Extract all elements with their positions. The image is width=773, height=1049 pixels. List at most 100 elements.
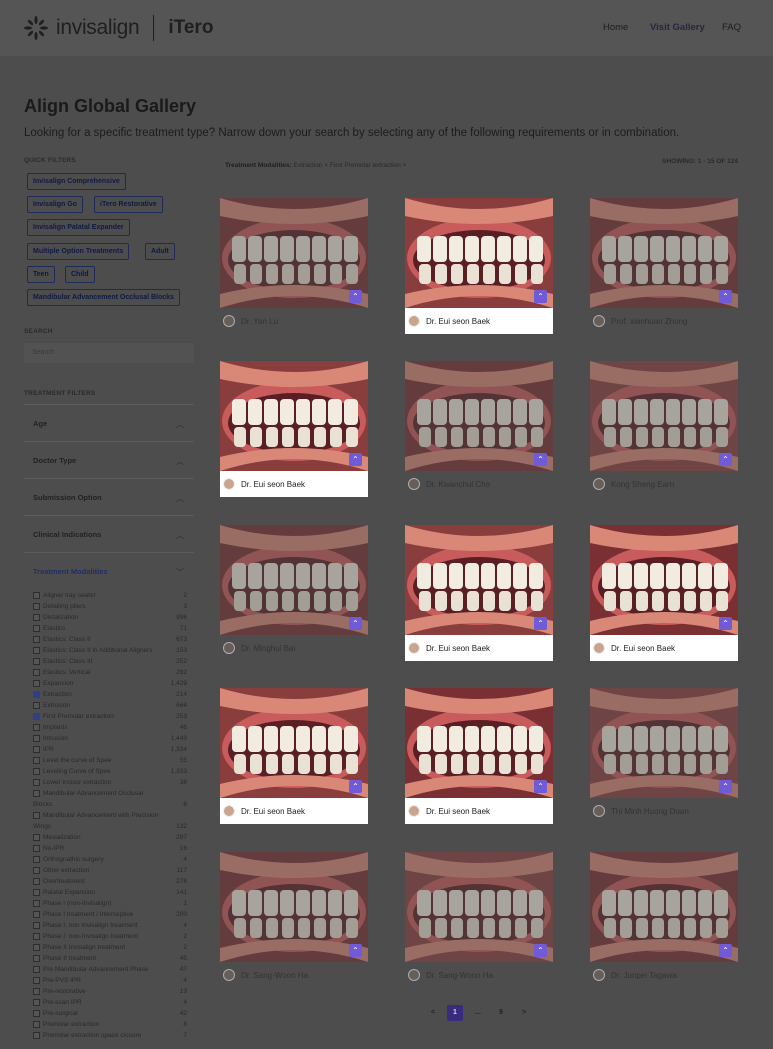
modality-checkbox[interactable] bbox=[33, 966, 40, 973]
case-photo[interactable] bbox=[590, 198, 738, 308]
modality-option[interactable]: Mandibular Advancement Occlusal bbox=[33, 788, 187, 799]
modality-option[interactable]: Phase I: non Invisalign treatment 4 bbox=[33, 920, 187, 931]
modality-option[interactable]: Leveling Curve of Spee 1,333 bbox=[33, 766, 187, 777]
case-photo[interactable] bbox=[405, 361, 553, 471]
modality-checkbox[interactable] bbox=[33, 757, 40, 764]
gallery-card[interactable]: ⌃ Dr. Sang-Woon Ha bbox=[405, 852, 553, 988]
modality-option[interactable]: Overtreatment 278 bbox=[33, 876, 187, 887]
modality-checkbox[interactable] bbox=[33, 746, 40, 753]
modality-option[interactable]: Premolar extraction 8 bbox=[33, 1019, 187, 1030]
filter-clinical-indications[interactable]: Clinical Indications ︿ bbox=[24, 515, 194, 552]
modality-option[interactable]: Premolar extraction space closure 7 bbox=[33, 1030, 187, 1041]
chip-invisalign-palatal-expander[interactable]: Invisalign Palatal Expander bbox=[27, 219, 130, 236]
modality-option[interactable]: Phase II treatment 45 bbox=[33, 953, 187, 964]
pagination-page-current[interactable]: 1 bbox=[447, 1005, 463, 1021]
modality-checkbox[interactable] bbox=[33, 1021, 40, 1028]
case-photo[interactable] bbox=[220, 688, 368, 798]
modality-option[interactable]: Pre-scan IPR 4 bbox=[33, 997, 187, 1008]
modality-checkbox[interactable] bbox=[33, 680, 40, 687]
nav-home[interactable]: Home bbox=[603, 22, 628, 33]
modality-checkbox[interactable] bbox=[33, 724, 40, 731]
modality-checkbox[interactable] bbox=[33, 691, 40, 698]
chip-adult[interactable]: Adult bbox=[145, 243, 175, 260]
modality-option[interactable]: Pre-surgical 42 bbox=[33, 1008, 187, 1019]
modality-option[interactable]: Expansion 1,429 bbox=[33, 678, 187, 689]
doctor-name[interactable]: Dr. Eui seon Baek bbox=[426, 317, 490, 326]
modality-option[interactable]: Intrusion 1,449 bbox=[33, 733, 187, 744]
gallery-card[interactable]: ⌃ Kong Sheng Earn bbox=[590, 361, 738, 497]
modality-checkbox[interactable] bbox=[33, 790, 40, 797]
modality-checkbox[interactable] bbox=[33, 878, 40, 885]
chip-invisalign-comprehensive[interactable]: Invisalign Comprehensive bbox=[27, 173, 126, 190]
expand-icon[interactable]: ⌃ bbox=[534, 453, 547, 466]
expand-icon[interactable]: ⌃ bbox=[349, 453, 362, 466]
gallery-card[interactable]: ⌃ Dr. Eui seon Baek bbox=[405, 525, 553, 661]
modality-option[interactable]: Orthognathic surgery 4 bbox=[33, 854, 187, 865]
case-photo[interactable] bbox=[220, 361, 368, 471]
chip-child[interactable]: Child bbox=[65, 266, 95, 283]
doctor-name[interactable]: Dr. Eui seon Baek bbox=[426, 807, 490, 816]
filter-doctor-type[interactable]: Doctor Type ︿ bbox=[24, 441, 194, 478]
modality-checkbox[interactable] bbox=[33, 856, 40, 863]
doctor-name[interactable]: Dr. Minghui Bai bbox=[241, 644, 295, 653]
chip-invisalign-go[interactable]: Invisalign Go bbox=[27, 196, 83, 213]
expand-icon[interactable]: ⌃ bbox=[349, 617, 362, 630]
case-photo[interactable] bbox=[220, 198, 368, 308]
pagination-prev[interactable]: < bbox=[425, 1005, 441, 1021]
modality-option[interactable]: Blocks 6 bbox=[33, 799, 187, 810]
modality-checkbox[interactable] bbox=[33, 911, 40, 918]
modality-option[interactable]: Elastics: Class II in Additional Aligner… bbox=[33, 645, 187, 656]
modality-checkbox[interactable] bbox=[33, 768, 40, 775]
modality-option[interactable]: Other extraction 117 bbox=[33, 865, 187, 876]
doctor-name[interactable]: Dr. Junpei Tagawa bbox=[611, 971, 677, 980]
chip-itero-restorative[interactable]: iTero Restorative bbox=[94, 196, 163, 213]
expand-icon[interactable]: ⌃ bbox=[719, 617, 732, 630]
case-photo[interactable] bbox=[220, 525, 368, 635]
modality-checkbox[interactable] bbox=[33, 889, 40, 896]
gallery-card[interactable]: ⌃ Prof. xianhuan Zhong bbox=[590, 198, 738, 334]
modality-option[interactable]: Mesialization 287 bbox=[33, 832, 187, 843]
doctor-name[interactable]: Kong Sheng Earn bbox=[611, 480, 674, 489]
modality-option[interactable]: Phase I treatment / Interceptive 200 bbox=[33, 909, 187, 920]
modality-option[interactable]: Phase I (non-Invisalign) 1 bbox=[33, 898, 187, 909]
doctor-name[interactable]: Dr. Sang-Woon Ha bbox=[241, 971, 308, 980]
modality-checkbox[interactable] bbox=[33, 658, 40, 665]
modality-checkbox[interactable] bbox=[33, 900, 40, 907]
modality-option[interactable]: Lower incisor extraction 38 bbox=[33, 777, 187, 788]
expand-icon[interactable]: ⌃ bbox=[719, 944, 732, 957]
gallery-card[interactable]: ⌃ Dr. Eui seon Baek bbox=[405, 198, 553, 334]
modality-checkbox[interactable] bbox=[33, 669, 40, 676]
gallery-card[interactable]: ⌃ Dr. Eui seon Baek bbox=[220, 688, 368, 824]
gallery-card[interactable]: ⌃ Dr. Eui seon Baek bbox=[220, 361, 368, 497]
doctor-name[interactable]: Dr. Eui seon Baek bbox=[241, 807, 305, 816]
case-photo[interactable] bbox=[405, 688, 553, 798]
case-photo[interactable] bbox=[590, 688, 738, 798]
modality-checkbox[interactable] bbox=[33, 625, 40, 632]
modality-option[interactable]: Distalization 996 bbox=[33, 612, 187, 623]
case-photo[interactable] bbox=[590, 852, 738, 962]
gallery-card[interactable]: ⌃ Dr. Yan Lu bbox=[220, 198, 368, 334]
filter-submission-option[interactable]: Submission Option ︿ bbox=[24, 478, 194, 515]
case-photo[interactable] bbox=[590, 525, 738, 635]
case-photo[interactable] bbox=[405, 198, 553, 308]
modality-checkbox[interactable] bbox=[33, 922, 40, 929]
expand-icon[interactable]: ⌃ bbox=[534, 944, 547, 957]
doctor-name[interactable]: Dr. Sang-Woon Ha bbox=[426, 971, 493, 980]
modality-checkbox[interactable] bbox=[33, 779, 40, 786]
chip-mandibular-advancement[interactable]: Mandibular Advancement Occlusal Blocks bbox=[27, 289, 180, 306]
modality-checkbox[interactable] bbox=[33, 867, 40, 874]
modality-checkbox[interactable] bbox=[33, 834, 40, 841]
doctor-name[interactable]: Dr. Kwanchul Cho bbox=[426, 480, 490, 489]
modality-checkbox[interactable] bbox=[33, 614, 40, 621]
modality-checkbox[interactable] bbox=[33, 1032, 40, 1039]
expand-icon[interactable]: ⌃ bbox=[349, 290, 362, 303]
modality-option[interactable]: Detailing pliers 3 bbox=[33, 601, 187, 612]
expand-icon[interactable]: ⌃ bbox=[534, 780, 547, 793]
pagination-next[interactable]: > bbox=[516, 1005, 532, 1021]
gallery-card[interactable]: ⌃ Dr. Eui seon Baek bbox=[405, 688, 553, 824]
doctor-name[interactable]: Dr. Eui seon Baek bbox=[611, 644, 675, 653]
modality-checkbox[interactable] bbox=[33, 944, 40, 951]
modality-option[interactable]: Implants 46 bbox=[33, 722, 187, 733]
search-input[interactable]: Search bbox=[24, 343, 194, 363]
expand-icon[interactable]: ⌃ bbox=[719, 290, 732, 303]
